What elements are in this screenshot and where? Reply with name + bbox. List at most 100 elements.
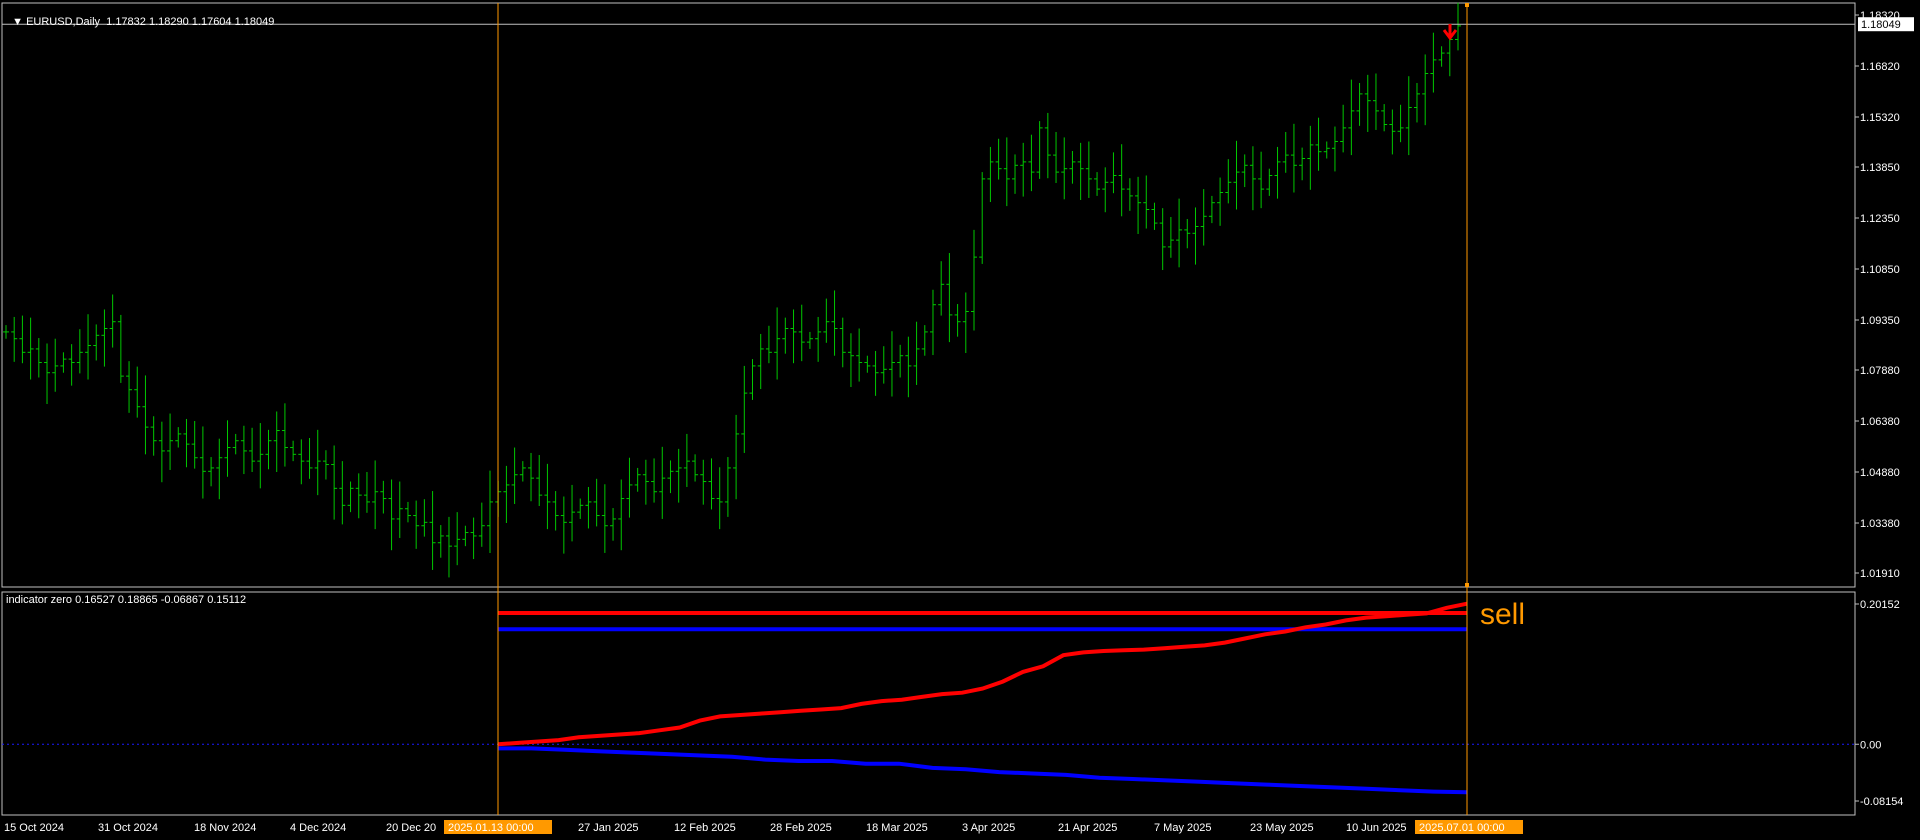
time-tick-label: 4 Dec 2024 (290, 822, 346, 834)
ohlc-bar (921, 325, 928, 356)
ohlc-bar (1381, 104, 1388, 132)
ohlc-bar (52, 338, 59, 392)
ohlc-bar (191, 421, 198, 469)
menu-triangle-icon[interactable]: ▼ (12, 16, 26, 28)
ohlc-bar (101, 309, 108, 367)
ohlc-bar (659, 446, 666, 519)
price-tick-label: 1.16820 (1860, 61, 1900, 73)
indicator-tick-label: 0.00 (1860, 739, 1881, 751)
time-tick-label: 18 Mar 2025 (866, 822, 928, 834)
indicator-lines (2, 601, 1855, 795)
time-tick-label: 31 Oct 2024 (98, 822, 158, 834)
ohlc-bar (306, 438, 313, 479)
ohlc-bar (150, 416, 157, 456)
ohlc-bar (1044, 112, 1051, 179)
sell-signal-label: sell (1480, 598, 1526, 631)
indicator-header: indicator zero 0.16527 0.18865 -0.06867 … (6, 594, 247, 606)
ohlc-bar (1184, 219, 1191, 249)
ohlc-bar (1208, 195, 1215, 224)
ohlc-bar (897, 344, 904, 378)
ohlc-bar (429, 491, 436, 570)
time-tick-label: 10 Jun 2025 (1346, 822, 1407, 834)
ohlc-bar (856, 328, 863, 382)
ohlc-bar (1012, 154, 1019, 194)
ohlc-bar (1085, 141, 1092, 198)
ohlc-bar (314, 429, 321, 496)
ohlc-bar (1307, 125, 1314, 190)
ohlc-bar (511, 447, 518, 504)
indicator-pane-border (1, 591, 1856, 816)
ohlc-bar (1126, 178, 1133, 211)
ohlc-bar (355, 473, 362, 519)
ohlc-bar (1323, 141, 1330, 159)
ohlc-bar (265, 429, 272, 470)
ohlc-bar (347, 481, 354, 513)
ohlc-bar (1176, 198, 1183, 268)
time-tick-label: 15 Oct 2024 (4, 822, 64, 834)
ohlc-bar (1397, 104, 1404, 143)
time-tick-label: 7 May 2025 (1154, 822, 1211, 834)
time-tick-label: 20 Dec 20 (386, 822, 436, 834)
ohlc-bar (864, 355, 871, 373)
ohlc-bar (3, 325, 9, 339)
ohlc-bar (1455, 2, 1461, 51)
indicator-tick-label: -0.08154 (1860, 796, 1903, 808)
ohlc-bar (1413, 83, 1420, 123)
ohlc-bar (232, 433, 239, 455)
ohlc-bar (134, 366, 141, 418)
ohlc-bar (519, 461, 526, 482)
ohlc-bar (1356, 83, 1363, 126)
ohlc-bar (175, 427, 182, 448)
main-pane-border (1, 2, 1856, 588)
indicator-curve (498, 746, 1468, 795)
ohlc-bar (503, 465, 510, 524)
ohlc-bar (757, 333, 764, 390)
ohlc-bar (35, 338, 42, 378)
ohlc-bar (1036, 121, 1043, 179)
ohlc-bar (724, 457, 731, 517)
ohlc-bar (593, 478, 600, 527)
ohlc-bar (1290, 123, 1297, 193)
ohlc-bar (404, 501, 411, 523)
time-highlight-start-label: 2025.01.13 00:00 (448, 822, 534, 834)
ohlc-bar (1274, 146, 1281, 199)
ohlc-bar (987, 146, 994, 203)
ohlc-bar (454, 512, 461, 566)
ohlc-bar (995, 138, 1002, 180)
chart-canvas[interactable]: 1.183201.168201.153201.138501.123501.108… (0, 0, 1920, 840)
ohlc-bar (839, 317, 846, 368)
ohlc-bar (1159, 208, 1166, 271)
ohlc-bar (929, 289, 936, 356)
ohlc-bar (470, 517, 477, 560)
ohlc-bar (651, 458, 658, 503)
ohlc-bar (478, 502, 485, 547)
ohlc-bar (216, 438, 223, 500)
symbol-ohlc-text: EURUSD,Daily 1.17832 1.18290 1.17604 1.1… (26, 16, 275, 28)
sell-arrow-icon (1442, 24, 1458, 41)
ohlc-bar (733, 414, 740, 500)
ohlc-bar (1135, 176, 1142, 234)
symbol-header: ▼ EURUSD,Daily 1.17832 1.18290 1.17604 1… (6, 4, 274, 28)
ohlc-bar (1340, 104, 1347, 153)
ohlc-bar (1266, 168, 1273, 196)
ohlc-bar (126, 361, 133, 413)
ohlc-bar (618, 479, 625, 551)
ohlc-bar (208, 457, 215, 487)
ohlc-bar (954, 304, 961, 337)
ohlc-bar (716, 467, 723, 530)
ohlc-bar (1430, 32, 1437, 93)
ohlc-bar (569, 484, 576, 542)
ohlc-bar (298, 439, 305, 485)
indicator-curve (497, 601, 1468, 747)
indicator-tick-label: 0.20152 (1860, 599, 1900, 611)
ohlc-bar (798, 304, 805, 362)
price-tick-label: 1.04880 (1860, 467, 1900, 479)
ohlc-bar (372, 460, 379, 530)
ohlc-bar (872, 350, 879, 396)
ohlc-bar (339, 461, 346, 525)
ohlc-bar (1102, 167, 1109, 213)
ohlc-bar (1028, 134, 1035, 192)
ohlc-bar (577, 498, 584, 519)
ohlc-bar (806, 331, 813, 349)
ohlc-bar (183, 418, 190, 468)
